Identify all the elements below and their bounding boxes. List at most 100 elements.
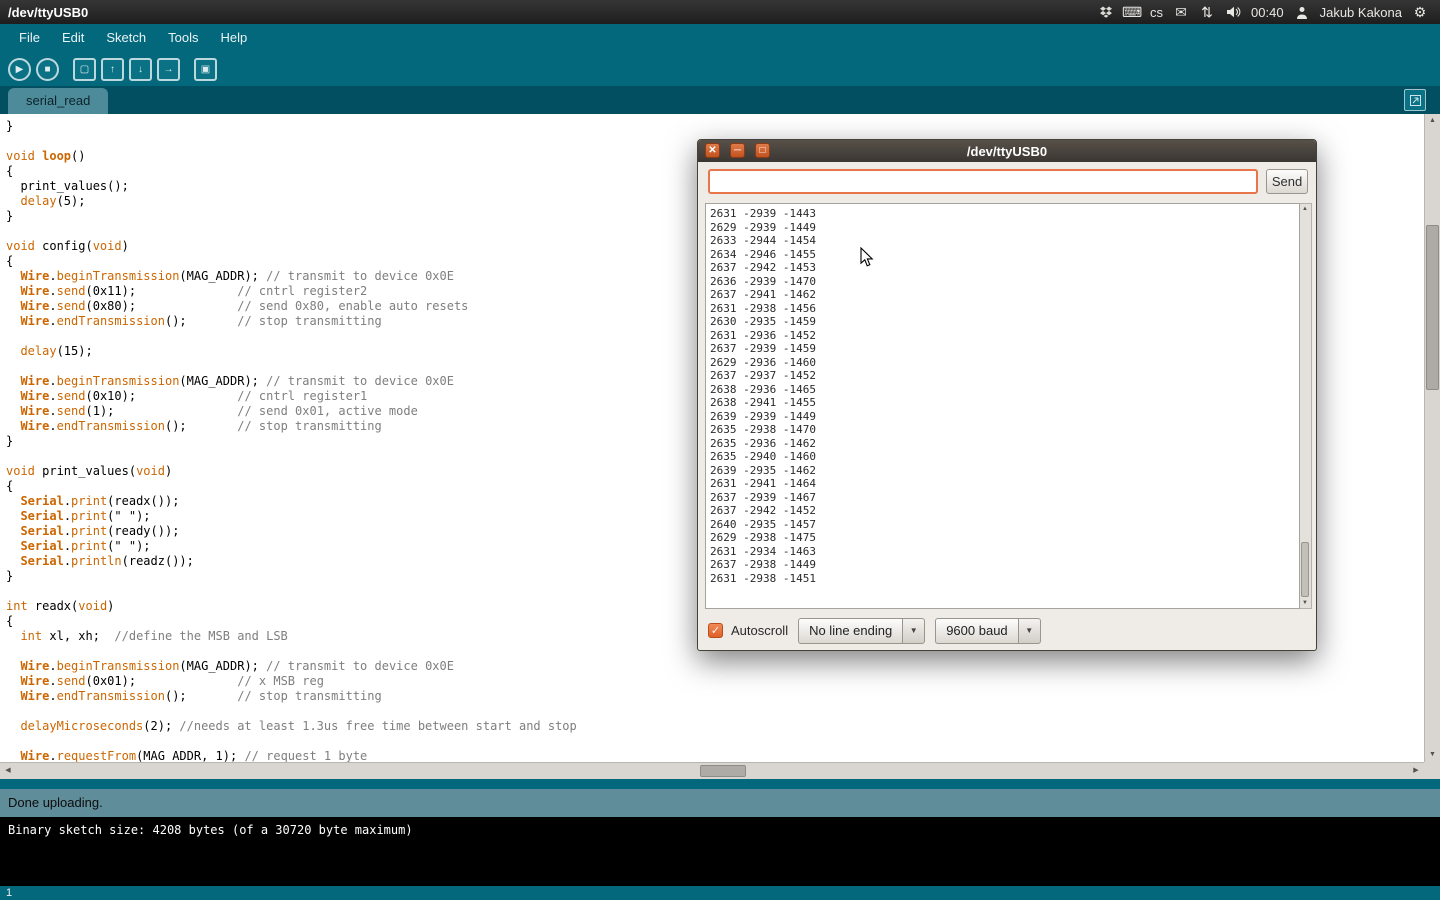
chevron-down-icon[interactable]: ▼ bbox=[902, 618, 925, 644]
serial-input-row: Send bbox=[708, 169, 1308, 194]
tab-label: serial_read bbox=[26, 93, 90, 108]
serial-scroll-down-icon[interactable]: ▼ bbox=[1300, 598, 1310, 608]
serial-line: 2639 -2939 -1449 bbox=[710, 410, 1295, 424]
line-number-strip: 1 bbox=[0, 886, 1440, 900]
keyboard-icon[interactable]: ⌨ bbox=[1124, 3, 1140, 21]
menu-file[interactable]: File bbox=[8, 24, 51, 52]
baud-rate-select[interactable]: 9600 baud ▼ bbox=[935, 618, 1040, 644]
current-line-number: 1 bbox=[6, 887, 12, 899]
scroll-left-arrow-icon[interactable]: ◀ bbox=[0, 763, 16, 779]
editor-horizontal-scrollbar[interactable]: ◀ ▶ bbox=[0, 762, 1424, 779]
tab-bar: serial_read bbox=[0, 86, 1440, 114]
serial-line: 2637 -2939 -1459 bbox=[710, 342, 1295, 356]
verify-button[interactable]: ▶ bbox=[8, 58, 31, 81]
serial-line: 2640 -2935 -1457 bbox=[710, 518, 1295, 532]
close-icon[interactable]: ✕ bbox=[705, 143, 720, 158]
save-button[interactable]: ↓ bbox=[129, 58, 152, 81]
maximize-icon[interactable]: □ bbox=[755, 143, 770, 158]
keyboard-layout-indicator[interactable]: cs bbox=[1150, 5, 1163, 20]
window-controls: ✕ ─ □ bbox=[705, 143, 770, 158]
serial-scroll-thumb[interactable] bbox=[1301, 542, 1309, 597]
serial-line: 2638 -2941 -1455 bbox=[710, 396, 1295, 410]
tab-arrow-icon bbox=[1407, 91, 1423, 109]
indicator-area: ⌨ cs ✉ ⇅ 00:40 Jakub Kakona ⚙ bbox=[1098, 3, 1440, 21]
network-transfer-icon[interactable]: ⇅ bbox=[1199, 3, 1215, 21]
scroll-right-arrow-icon[interactable]: ▶ bbox=[1408, 763, 1424, 779]
autoscroll-checkbox[interactable]: ✓ bbox=[708, 623, 723, 638]
serial-line: 2629 -2938 -1475 bbox=[710, 531, 1295, 545]
send-button[interactable]: Send bbox=[1266, 169, 1308, 194]
serial-input[interactable] bbox=[708, 169, 1258, 194]
serial-line: 2636 -2939 -1470 bbox=[710, 275, 1295, 289]
volume-icon[interactable] bbox=[1225, 3, 1241, 21]
code-line bbox=[6, 734, 1424, 749]
serial-output-wrap: 2631 -2939 -14432629 -2939 -14492633 -29… bbox=[705, 203, 1312, 609]
console-line: Binary sketch size: 4208 bytes (of a 307… bbox=[8, 823, 413, 837]
desktop: /dev/ttyUSB0 ⌨ cs ✉ ⇅ 00:40 Jakub Kakona… bbox=[0, 0, 1440, 900]
serial-line: 2637 -2942 -1453 bbox=[710, 261, 1295, 275]
serial-line: 2631 -2938 -1456 bbox=[710, 302, 1295, 316]
menu-help[interactable]: Help bbox=[209, 24, 258, 52]
menu-edit[interactable]: Edit bbox=[51, 24, 95, 52]
serial-monitor-titlebar[interactable]: ✕ ─ □ /dev/ttyUSB0 bbox=[698, 140, 1316, 162]
scrollbar-corner bbox=[1424, 762, 1440, 779]
gear-icon[interactable]: ⚙ bbox=[1412, 3, 1428, 21]
editor-console-divider bbox=[0, 779, 1440, 789]
editor-vscroll-thumb[interactable] bbox=[1426, 225, 1439, 390]
serial-line: 2635 -2936 -1462 bbox=[710, 437, 1295, 451]
serial-line: 2637 -2939 -1467 bbox=[710, 491, 1295, 505]
stop-button[interactable]: ■ bbox=[36, 58, 59, 81]
serial-scroll-up-icon[interactable]: ▲ bbox=[1300, 204, 1310, 214]
new-button[interactable]: ▢ bbox=[73, 58, 96, 81]
clock[interactable]: 00:40 bbox=[1251, 5, 1284, 20]
serial-monitor-button[interactable]: ▣ bbox=[194, 58, 217, 81]
serial-line: 2631 -2939 -1443 bbox=[710, 207, 1295, 221]
line-ending-select[interactable]: No line ending ▼ bbox=[798, 618, 925, 644]
serial-line: 2637 -2938 -1449 bbox=[710, 558, 1295, 572]
serial-line: 2633 -2944 -1454 bbox=[710, 234, 1295, 248]
dropbox-indicator-icon[interactable] bbox=[1098, 3, 1114, 21]
serial-line: 2629 -2939 -1449 bbox=[710, 221, 1295, 235]
scroll-down-arrow-icon[interactable]: ▼ bbox=[1425, 748, 1440, 762]
menu-tools[interactable]: Tools bbox=[157, 24, 209, 52]
username-menu[interactable]: Jakub Kakona bbox=[1320, 5, 1402, 20]
tab-serial-read[interactable]: serial_read bbox=[8, 88, 108, 114]
serial-line: 2637 -2942 -1452 bbox=[710, 504, 1295, 518]
serial-line: 2631 -2941 -1464 bbox=[710, 477, 1295, 491]
serial-line: 2635 -2938 -1470 bbox=[710, 423, 1295, 437]
scroll-up-arrow-icon[interactable]: ▲ bbox=[1425, 114, 1440, 128]
code-line bbox=[6, 704, 1424, 719]
serial-scrollbar[interactable]: ▲ ▼ bbox=[1300, 203, 1312, 609]
code-line: delayMicroseconds(2); //needs at least 1… bbox=[6, 719, 1424, 734]
code-line: Wire.send(0x01); // x MSB reg bbox=[6, 674, 1424, 689]
serial-monitor-title: /dev/ttyUSB0 bbox=[967, 144, 1047, 159]
code-line: Wire.beginTransmission(MAG_ADDR); // tra… bbox=[6, 659, 1424, 674]
minimize-icon[interactable]: ─ bbox=[730, 143, 745, 158]
serial-line: 2634 -2946 -1455 bbox=[710, 248, 1295, 262]
window-title: /dev/ttyUSB0 bbox=[8, 5, 88, 20]
top-panel: /dev/ttyUSB0 ⌨ cs ✉ ⇅ 00:40 Jakub Kakona… bbox=[0, 0, 1440, 24]
serial-output: 2631 -2939 -14432629 -2939 -14492633 -29… bbox=[705, 203, 1300, 609]
status-bar: Done uploading. bbox=[0, 789, 1440, 817]
serial-line: 2635 -2940 -1460 bbox=[710, 450, 1295, 464]
editor-vertical-scrollbar[interactable]: ▲ ▼ bbox=[1424, 114, 1440, 762]
new-tab-button[interactable] bbox=[1404, 89, 1426, 111]
serial-line: 2631 -2936 -1452 bbox=[710, 329, 1295, 343]
serial-line: 2630 -2935 -1459 bbox=[710, 315, 1295, 329]
serial-line: 2631 -2934 -1463 bbox=[710, 545, 1295, 559]
serial-monitor-controls: ✓ Autoscroll No line ending ▼ 9600 baud … bbox=[708, 617, 1308, 644]
mouse-cursor bbox=[860, 247, 875, 273]
chevron-down-icon[interactable]: ▼ bbox=[1018, 618, 1041, 644]
menu-bar: FileEditSketchToolsHelp bbox=[0, 24, 1440, 52]
mail-icon[interactable]: ✉ bbox=[1173, 3, 1189, 21]
open-button[interactable]: ↑ bbox=[101, 58, 124, 81]
toolbar: ▶■ ▢↑↓→ ▣ bbox=[0, 52, 1440, 86]
user-icon bbox=[1294, 3, 1310, 21]
serial-line: 2639 -2935 -1462 bbox=[710, 464, 1295, 478]
serial-monitor-window: ✕ ─ □ /dev/ttyUSB0 Send 2631 -2939 -1443… bbox=[697, 139, 1317, 651]
serial-line: 2637 -2937 -1452 bbox=[710, 369, 1295, 383]
upload-button[interactable]: → bbox=[157, 58, 180, 81]
serial-line: 2638 -2936 -1465 bbox=[710, 383, 1295, 397]
editor-hscroll-thumb[interactable] bbox=[700, 765, 746, 777]
menu-sketch[interactable]: Sketch bbox=[95, 24, 157, 52]
